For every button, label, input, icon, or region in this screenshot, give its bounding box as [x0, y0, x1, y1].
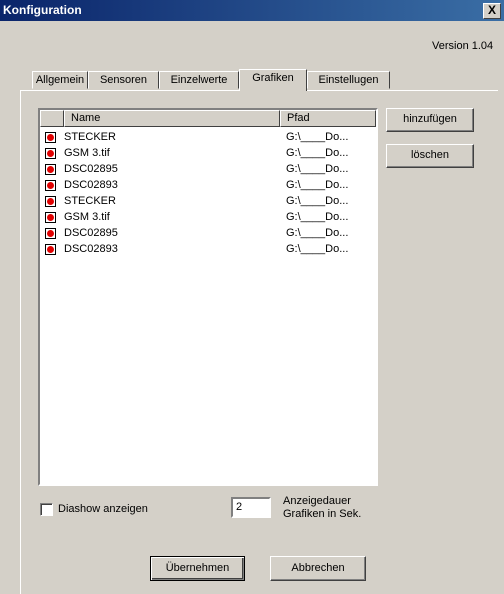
item-path: G:\____Do...: [286, 179, 349, 191]
column-header-icon[interactable]: [40, 110, 64, 127]
item-name: GSM 3.tif: [64, 147, 110, 159]
delete-button[interactable]: löschen: [386, 144, 474, 168]
title-bar[interactable]: Konfiguration X: [0, 0, 504, 21]
graphics-list[interactable]: Name Pfad STECKER G:\____Do... GSM 3.tif…: [38, 108, 378, 486]
close-button[interactable]: X: [483, 3, 501, 19]
slideshow-checkbox-label[interactable]: Diashow anzeigen: [58, 503, 148, 515]
item-name: DSC02895: [64, 227, 118, 239]
item-path: G:\____Do...: [286, 227, 349, 239]
item-path: G:\____Do...: [286, 243, 349, 255]
red-status-icon: [45, 244, 56, 255]
column-header-path[interactable]: Pfad: [280, 110, 376, 127]
window-title: Konfiguration: [3, 3, 82, 17]
list-item[interactable]: DSC02893 G:\____Do...: [40, 242, 376, 258]
list-item[interactable]: STECKER G:\____Do...: [40, 130, 376, 146]
red-status-icon: [45, 164, 56, 175]
red-status-icon: [45, 148, 56, 159]
list-item[interactable]: DSC02893 G:\____Do...: [40, 178, 376, 194]
slideshow-checkbox[interactable]: [40, 503, 53, 516]
add-button[interactable]: hinzufügen: [386, 108, 474, 132]
red-status-icon: [45, 196, 56, 207]
red-status-icon: [45, 212, 56, 223]
item-path: G:\____Do...: [286, 163, 349, 175]
version-label: Version 1.04: [432, 40, 494, 52]
item-name: DSC02893: [64, 179, 118, 191]
duration-label: Anzeigedauer Grafiken in Sek.: [283, 495, 361, 521]
tab-einstellugen[interactable]: Einstellugen: [307, 71, 390, 89]
item-name: STECKER: [64, 131, 116, 143]
list-item[interactable]: DSC02895 G:\____Do...: [40, 162, 376, 178]
list-item[interactable]: STECKER G:\____Do...: [40, 194, 376, 210]
list-header: Name Pfad: [40, 110, 376, 127]
list-item[interactable]: GSM 3.tif G:\____Do...: [40, 146, 376, 162]
red-status-icon: [45, 228, 56, 239]
item-path: G:\____Do...: [286, 131, 349, 143]
red-status-icon: [45, 180, 56, 191]
item-path: G:\____Do...: [286, 211, 349, 223]
column-header-name[interactable]: Name: [64, 110, 280, 127]
duration-input[interactable]: 2: [231, 497, 271, 518]
item-name: STECKER: [64, 195, 116, 207]
tab-einzelwerte[interactable]: Einzelwerte: [159, 71, 239, 89]
tab-sensoren[interactable]: Sensoren: [88, 71, 159, 89]
apply-button[interactable]: Übernehmen: [150, 556, 245, 581]
item-name: DSC02893: [64, 243, 118, 255]
red-status-icon: [45, 132, 56, 143]
duration-label-line2: Grafiken in Sek.: [283, 508, 362, 520]
item-path: G:\____Do...: [286, 147, 349, 159]
list-item[interactable]: GSM 3.tif G:\____Do...: [40, 210, 376, 226]
tab-grafiken[interactable]: Grafiken: [239, 69, 307, 91]
duration-label-line1: Anzeigedauer: [283, 495, 351, 507]
cancel-button[interactable]: Abbrechen: [270, 556, 366, 581]
list-item[interactable]: DSC02895 G:\____Do...: [40, 226, 376, 242]
item-path: G:\____Do...: [286, 195, 349, 207]
item-name: GSM 3.tif: [64, 211, 110, 223]
tab-allgemein[interactable]: Allgemein: [32, 71, 88, 89]
item-name: DSC02895: [64, 163, 118, 175]
